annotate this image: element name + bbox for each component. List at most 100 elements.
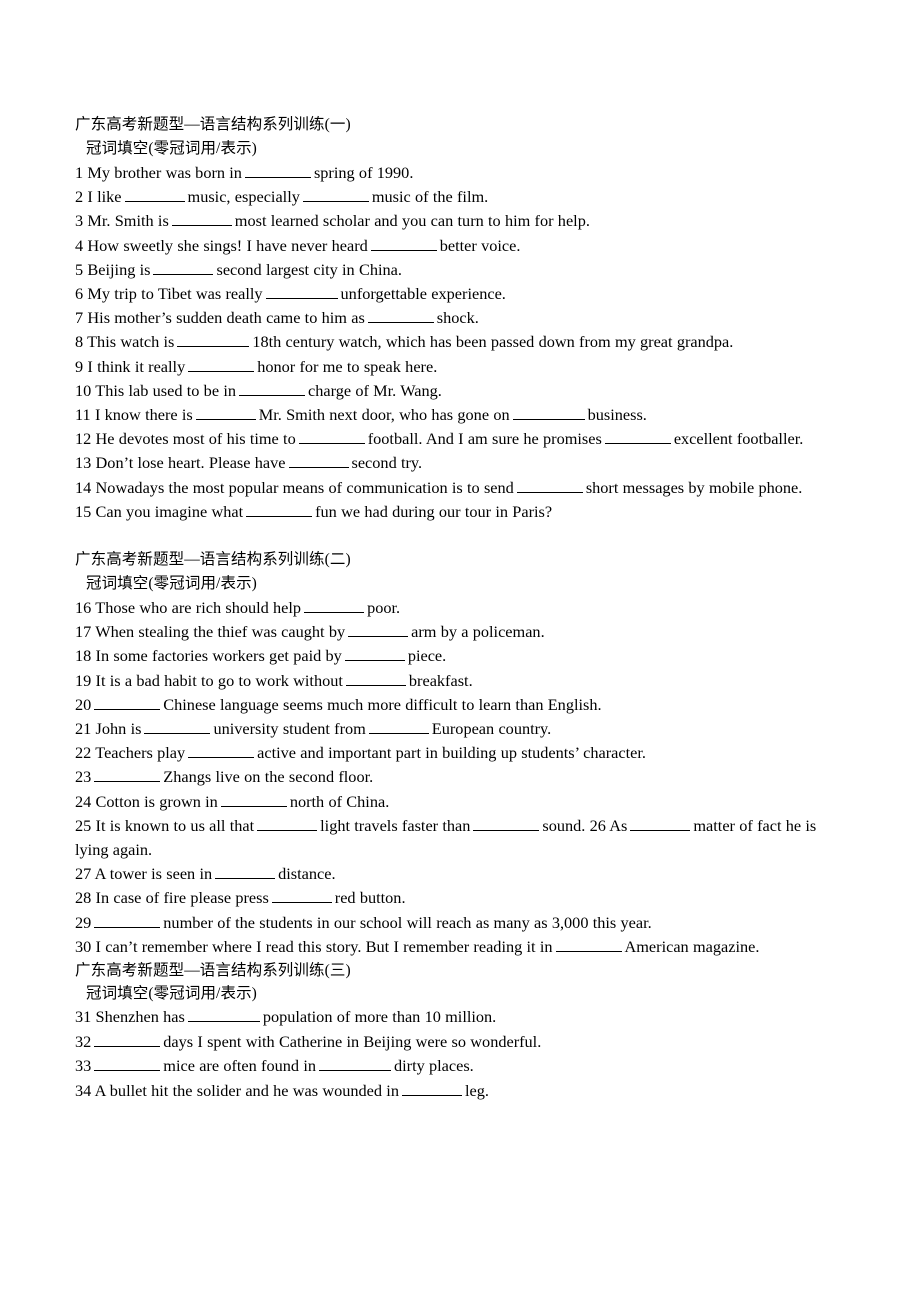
answer-blank[interactable] <box>265 285 338 300</box>
item-text: 22 Teachers play <box>75 743 186 763</box>
answer-blank[interactable] <box>512 406 585 421</box>
exercise-item: 21 John is university student from Europea… <box>75 717 845 741</box>
answer-blank[interactable] <box>257 817 318 831</box>
answer-blank[interactable] <box>516 478 583 493</box>
item-text: days I spent with Catherine in Beijing w… <box>163 1031 542 1051</box>
item-text: piece. <box>407 646 447 666</box>
item-text: unforgettable experience. <box>340 284 506 304</box>
answer-blank[interactable] <box>246 502 313 517</box>
item-text: 18 In some factories workers get paid by <box>75 646 342 666</box>
exercise-item: 32 days I spent with Catherine in Beijing… <box>75 1030 845 1055</box>
item-text: 30 I can’t remember where I read this st… <box>75 936 553 956</box>
answer-blank[interactable] <box>215 865 276 880</box>
section-subheading: 冠词填空(零冠词用/表示) <box>86 140 257 157</box>
exercise-item: 11 I know there is Mr. Smith next door, w… <box>75 403 845 427</box>
exercise-item: 20 Chinese language seems much more diffi… <box>75 693 845 717</box>
item-text: distance. <box>278 864 336 884</box>
item-text: 18th century watch, which has been passe… <box>252 332 734 352</box>
item-text: breakfast. <box>408 670 473 690</box>
exercise-item: 8 This watch is 18th century watch, which… <box>75 330 845 354</box>
answer-blank[interactable] <box>94 696 161 710</box>
exercise-item: 16 Those who are rich should help poor. <box>75 596 845 620</box>
item-text: charge of Mr. Wang. <box>307 380 442 400</box>
answer-blank[interactable] <box>188 744 255 759</box>
item-text: 10 This lab used to be in <box>75 380 236 400</box>
item-text: 32 <box>75 1031 92 1051</box>
exercise-item: 4 How sweetly she sings! I have never he… <box>75 234 845 258</box>
answer-blank[interactable] <box>94 1057 161 1072</box>
item-text: 21 John is <box>75 719 142 739</box>
answer-blank[interactable] <box>302 188 369 203</box>
exercise-item: 33 mice are often found in dirty places. <box>75 1054 845 1079</box>
answer-blank[interactable] <box>187 1008 260 1023</box>
answer-blank[interactable] <box>298 430 365 445</box>
answer-blank[interactable] <box>271 889 332 904</box>
item-text: most learned scholar and you can turn to… <box>234 211 590 231</box>
answer-blank[interactable] <box>171 212 232 227</box>
item-text: 15 Can you imagine what <box>75 501 244 521</box>
item-text: American magazine. <box>624 936 760 956</box>
answer-blank[interactable] <box>144 720 211 735</box>
item-text: music, especially <box>187 187 300 207</box>
exercise-item: 28 In case of fire please press red butto… <box>75 886 845 910</box>
item-text: 14 Nowadays the most popular means of co… <box>75 477 514 497</box>
item-text: 12 He devotes most of his time to <box>75 429 296 449</box>
answer-blank[interactable] <box>153 260 214 275</box>
document-body: 广东高考新题型—语言结构系列训练(一) 冠词填空(零冠词用/表示) 1 My bro… <box>75 113 845 1103</box>
answer-blank[interactable] <box>124 188 185 203</box>
exercise-item: 31 Shenzhen has population of more than 1… <box>75 1005 845 1030</box>
answer-blank[interactable] <box>604 430 671 445</box>
item-text: better voice. <box>439 235 521 255</box>
exercise-item: 9 I think it really honor for me to speak… <box>75 355 845 379</box>
exercise-item: 5 Beijing is second largest city in China… <box>75 258 845 282</box>
answer-blank[interactable] <box>94 913 161 928</box>
answer-blank[interactable] <box>220 792 287 807</box>
answer-blank[interactable] <box>94 1032 161 1047</box>
answer-blank[interactable] <box>473 817 540 831</box>
answer-blank[interactable] <box>244 164 311 178</box>
answer-blank[interactable] <box>345 671 406 686</box>
item-text: fun we had during our tour in Paris? <box>315 501 553 521</box>
item-text: honor for me to speak here. <box>257 356 438 376</box>
exercise-item: 6 My trip to Tibet was really unforgettab… <box>75 282 845 306</box>
item-text: 6 My trip to Tibet was really <box>75 284 263 304</box>
item-text: 11 I know there is <box>75 405 193 425</box>
answer-blank[interactable] <box>94 768 161 783</box>
item-text: short messages by mobile phone. <box>585 477 803 497</box>
answer-blank[interactable] <box>188 357 255 372</box>
item-text: population of more than 10 million. <box>262 1007 497 1027</box>
answer-blank[interactable] <box>368 720 429 735</box>
exercise-item: 23 Zhangs live on the second floor. <box>75 765 845 789</box>
item-text: Zhangs live on the second floor. <box>163 767 374 787</box>
exercise-item: 17 When stealing the thief was caught by… <box>75 620 845 644</box>
answer-blank[interactable] <box>288 454 349 469</box>
exercise-item: 7 His mother’s sudden death came to him … <box>75 306 845 330</box>
item-text: arm by a policeman. <box>411 622 545 642</box>
answer-blank[interactable] <box>195 406 256 421</box>
item-text: mice are often found in <box>163 1056 316 1076</box>
exercise-item: 30 I can’t remember where I read this st… <box>75 935 845 959</box>
answer-blank[interactable] <box>304 599 365 614</box>
item-text: 3 Mr. Smith is <box>75 211 169 231</box>
exercise-item: 1 My brother was born in spring of 1990. <box>75 161 845 185</box>
answer-blank[interactable] <box>344 647 405 662</box>
section-subheading: 冠词填空(零冠词用/表示) <box>86 985 257 1003</box>
answer-blank[interactable] <box>555 938 622 952</box>
item-text: Mr. Smith next door, who has gone on <box>258 405 510 425</box>
answer-blank[interactable] <box>370 236 437 251</box>
answer-blank[interactable] <box>348 623 409 638</box>
item-text: 31 Shenzhen has <box>75 1007 185 1027</box>
answer-blank[interactable] <box>238 381 305 396</box>
item-text: 7 His mother’s sudden death came to him … <box>75 308 365 328</box>
exercise-section: 广东高考新题型—语言结构系列训练(一) 冠词填空(零冠词用/表示) 1 My bro… <box>75 113 845 524</box>
answer-blank[interactable] <box>367 309 434 324</box>
answer-blank[interactable] <box>318 1057 391 1072</box>
answer-blank[interactable] <box>401 1082 462 1096</box>
item-text: 27 A tower is seen in <box>75 864 213 884</box>
answer-blank[interactable] <box>177 333 250 348</box>
exercise-item: 22 Teachers play active and important par… <box>75 741 845 765</box>
answer-blank[interactable] <box>630 817 691 831</box>
exercise-item: 10 This lab used to be in charge of Mr. W… <box>75 379 845 403</box>
exercise-item: 18 In some factories workers get paid by… <box>75 644 845 668</box>
